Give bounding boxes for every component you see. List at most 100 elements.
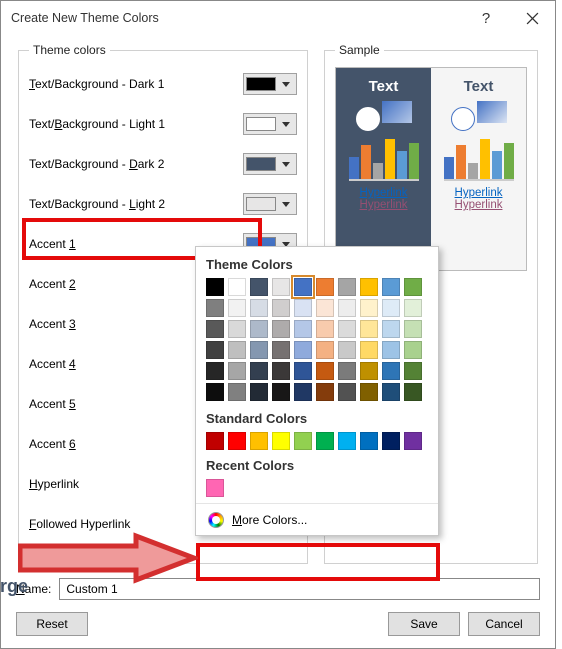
sample-followed-hyperlink: Hyperlink: [360, 199, 408, 211]
theme-tint-swatch[interactable]: [360, 362, 378, 380]
standard-color-swatch[interactable]: [272, 432, 290, 450]
theme-tint-swatch[interactable]: [316, 299, 334, 317]
cropped-text-fragment: rge: [0, 576, 28, 597]
name-input[interactable]: [59, 578, 540, 600]
theme-tint-swatch[interactable]: [360, 383, 378, 401]
standard-color-swatch[interactable]: [360, 432, 378, 450]
theme-tint-swatch[interactable]: [338, 341, 356, 359]
theme-tint-swatch[interactable]: [228, 299, 246, 317]
row-text-bg-dark1: Text/Background - Dark 1: [29, 73, 297, 95]
standard-color-swatch[interactable]: [404, 432, 422, 450]
theme-tint-swatch[interactable]: [272, 341, 290, 359]
standard-color-swatch[interactable]: [338, 432, 356, 450]
theme-tint-swatch[interactable]: [206, 299, 224, 317]
theme-color-swatch[interactable]: [360, 278, 378, 296]
color-picker-dark1[interactable]: [243, 73, 297, 95]
help-button[interactable]: ?: [463, 3, 509, 33]
theme-tint-swatch[interactable]: [404, 383, 422, 401]
theme-tint-swatch[interactable]: [294, 299, 312, 317]
theme-color-swatch[interactable]: [382, 278, 400, 296]
theme-tint-swatch[interactable]: [294, 362, 312, 380]
theme-tint-swatch[interactable]: [228, 383, 246, 401]
theme-color-swatch[interactable]: [338, 278, 356, 296]
theme-tint-swatch[interactable]: [294, 320, 312, 338]
sample-preview: Text Hyperlink Hyperlink Text Hyperlink …: [335, 67, 527, 271]
theme-tint-swatch[interactable]: [250, 320, 268, 338]
theme-tint-swatch[interactable]: [206, 362, 224, 380]
theme-tint-swatch[interactable]: [206, 383, 224, 401]
color-picker-light2[interactable]: [243, 193, 297, 215]
theme-tint-swatch[interactable]: [316, 383, 334, 401]
theme-tint-swatch[interactable]: [360, 341, 378, 359]
theme-tint-swatch[interactable]: [338, 299, 356, 317]
theme-tint-swatch[interactable]: [272, 320, 290, 338]
theme-tint-swatch[interactable]: [316, 341, 334, 359]
standard-color-swatch[interactable]: [294, 432, 312, 450]
bars-chart-icon: [444, 139, 514, 181]
theme-tint-swatch[interactable]: [404, 299, 422, 317]
theme-color-swatch[interactable]: [228, 278, 246, 296]
theme-color-swatch[interactable]: [316, 278, 334, 296]
theme-tint-swatch[interactable]: [206, 341, 224, 359]
save-button[interactable]: Save: [388, 612, 460, 636]
theme-tint-swatch[interactable]: [228, 320, 246, 338]
theme-tint-swatch[interactable]: [206, 320, 224, 338]
dialog-buttons: Reset Save Cancel: [16, 612, 540, 636]
theme-tint-swatch[interactable]: [404, 341, 422, 359]
theme-tint-swatch[interactable]: [360, 320, 378, 338]
theme-tint-swatch[interactable]: [404, 320, 422, 338]
theme-tint-swatch[interactable]: [382, 383, 400, 401]
theme-tint-swatch[interactable]: [250, 341, 268, 359]
theme-tint-swatch[interactable]: [404, 362, 422, 380]
theme-tint-swatch[interactable]: [338, 362, 356, 380]
theme-tint-swatch[interactable]: [250, 299, 268, 317]
sample-dark-panel: Text Hyperlink Hyperlink: [336, 68, 431, 270]
row-text-bg-light2: Text/Background - Light 2: [29, 193, 297, 215]
standard-color-swatch[interactable]: [316, 432, 334, 450]
recent-color-swatch[interactable]: [206, 479, 224, 497]
theme-tint-swatch[interactable]: [360, 299, 378, 317]
standard-color-swatch[interactable]: [228, 432, 246, 450]
standard-color-swatch[interactable]: [250, 432, 268, 450]
row-text-bg-light1: Text/Background - Light 1: [29, 113, 297, 135]
theme-tint-swatch[interactable]: [250, 362, 268, 380]
close-button[interactable]: [509, 3, 555, 33]
more-colors-item[interactable]: More Colors...: [196, 503, 438, 535]
sample-hyperlink: Hyperlink: [455, 187, 503, 199]
theme-tint-swatch[interactable]: [294, 341, 312, 359]
theme-tint-swatch[interactable]: [250, 383, 268, 401]
theme-color-swatch[interactable]: [404, 278, 422, 296]
theme-tint-swatch[interactable]: [294, 383, 312, 401]
theme-tint-swatch[interactable]: [272, 299, 290, 317]
theme-tint-swatch[interactable]: [228, 362, 246, 380]
chevron-down-icon: [282, 82, 290, 87]
sample-followed-hyperlink: Hyperlink: [455, 199, 503, 211]
color-picker-light1[interactable]: [243, 113, 297, 135]
chevron-down-icon: [282, 122, 290, 127]
theme-color-swatch[interactable]: [272, 278, 290, 296]
theme-tint-swatch[interactable]: [382, 320, 400, 338]
theme-tint-swatch[interactable]: [316, 320, 334, 338]
theme-colors-legend: Theme colors: [29, 43, 110, 57]
theme-tint-swatch[interactable]: [228, 341, 246, 359]
theme-color-swatch[interactable]: [250, 278, 268, 296]
theme-tint-swatch[interactable]: [382, 362, 400, 380]
theme-tint-swatch[interactable]: [338, 383, 356, 401]
theme-tint-swatch[interactable]: [338, 320, 356, 338]
theme-tint-swatch[interactable]: [382, 299, 400, 317]
theme-tint-swatch[interactable]: [382, 341, 400, 359]
color-picker-dark2[interactable]: [243, 153, 297, 175]
theme-color-swatch[interactable]: [294, 278, 312, 296]
theme-tint-swatch[interactable]: [272, 383, 290, 401]
theme-tint-swatch[interactable]: [316, 362, 334, 380]
standard-color-swatch[interactable]: [206, 432, 224, 450]
standard-color-swatch[interactable]: [382, 432, 400, 450]
theme-tint-swatch[interactable]: [272, 362, 290, 380]
cancel-button[interactable]: Cancel: [468, 612, 540, 636]
name-row: Name:: [16, 578, 540, 600]
reset-button[interactable]: Reset: [16, 612, 88, 636]
theme-color-swatch[interactable]: [206, 278, 224, 296]
standard-colors-heading: Standard Colors: [206, 411, 428, 426]
row-text-bg-dark2: Text/Background - Dark 2: [29, 153, 297, 175]
sample-hyperlink: Hyperlink: [360, 187, 408, 199]
